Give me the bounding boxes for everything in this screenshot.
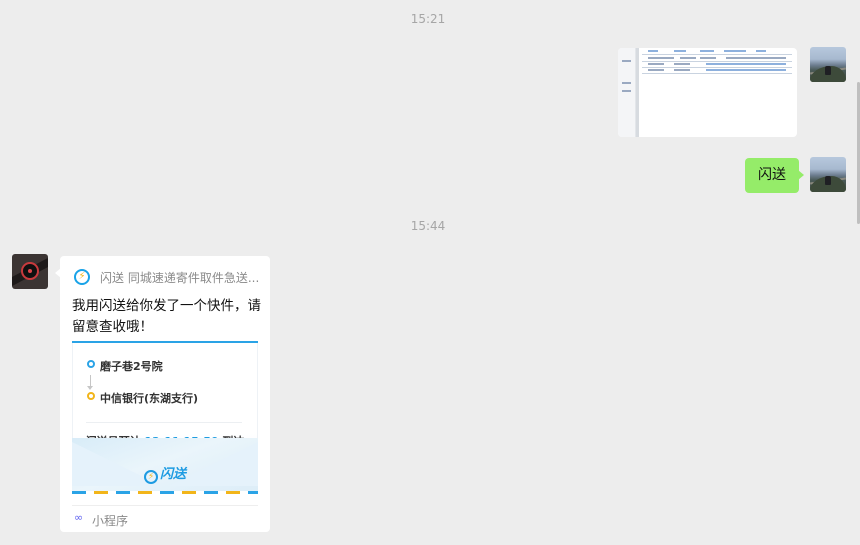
card-description: 我用闪送给你发了一个快件，请留意查收哦！ xyxy=(72,298,261,335)
envelope-graphic: ⚡ 闪送 xyxy=(72,438,258,494)
delivery-preview: 磨子巷2号院 中信银行(东湖支行) 闪送员预计 12-11 15:50 到达 ⚡… xyxy=(72,341,258,494)
my-avatar[interactable] xyxy=(810,157,846,192)
shansong-lightning-icon: ⚡ xyxy=(74,269,90,285)
mini-program-label: 小程序 xyxy=(92,514,129,528)
origin-stop: 磨子巷2号院 xyxy=(87,358,163,374)
brand-name: 闪送 xyxy=(159,467,186,482)
origin-address: 磨子巷2号院 xyxy=(100,360,163,373)
sent-text-bubble[interactable]: 闪送 xyxy=(745,158,804,193)
card-footer: ∞ 小程序 xyxy=(72,505,258,532)
brand-bolt-icon: ⚡ xyxy=(143,470,158,484)
divider xyxy=(86,422,242,423)
link-icon: ∞ xyxy=(74,511,84,524)
image-message[interactable] xyxy=(618,48,797,137)
contact-avatar[interactable] xyxy=(12,254,48,289)
timestamp: 15:44 xyxy=(410,219,446,233)
timestamp: 15:21 xyxy=(410,12,446,26)
route-arrow-icon xyxy=(87,375,93,390)
destination-address: 中信银行(东湖支行) xyxy=(100,392,199,405)
destination-stop: 中信银行(东湖支行) xyxy=(87,390,198,406)
card-header: ⚡ 闪送 同城速递寄件取件急送... xyxy=(72,267,260,287)
destination-pin-icon xyxy=(87,392,95,400)
origin-pin-icon xyxy=(87,360,95,368)
brand-logo: ⚡ 闪送 xyxy=(72,463,258,484)
my-avatar[interactable] xyxy=(810,47,846,82)
mini-program-title: 闪送 同城速递寄件取件急送... xyxy=(100,271,260,285)
airmail-stripes xyxy=(72,491,258,494)
mini-program-card[interactable]: ⚡ 闪送 同城速递寄件取件急送... 我用闪送给你发了一个快件，请留意查收哦！ … xyxy=(55,256,270,532)
